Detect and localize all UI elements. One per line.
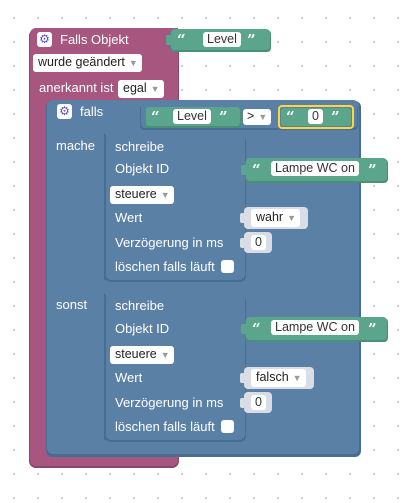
quote-open-icon: “ bbox=[286, 108, 295, 126]
quote-close-icon: ” bbox=[247, 31, 256, 49]
value-label: Wert bbox=[115, 210, 143, 225]
ack-dropdown[interactable]: egal ▼ bbox=[118, 80, 164, 98]
dropdown-caret-icon: ▼ bbox=[160, 350, 170, 360]
value-label: Wert bbox=[115, 370, 143, 385]
then-label: mache bbox=[56, 138, 96, 153]
left-value[interactable]: Level bbox=[173, 109, 211, 124]
delay-label: Verzögerung in ms bbox=[115, 395, 224, 410]
dropdown-caret-icon: ▼ bbox=[292, 373, 302, 383]
dropdown-caret-icon: ▼ bbox=[150, 84, 160, 94]
dropdown-caret-icon: ▼ bbox=[128, 58, 138, 68]
object-id-label: Objekt ID bbox=[115, 161, 170, 176]
gear-icon[interactable]: ⚙ bbox=[37, 32, 52, 47]
quote-close-icon: ” bbox=[368, 320, 377, 338]
dropdown-caret-icon: ▼ bbox=[160, 190, 170, 200]
quote-close-icon: ” bbox=[331, 108, 340, 126]
quote-close-icon: ” bbox=[219, 108, 228, 126]
clear-label: löschen falls läuft bbox=[115, 259, 215, 274]
delay-label: Verzögerung in ms bbox=[115, 235, 224, 250]
quote-open-icon: “ bbox=[252, 320, 261, 338]
event-dropdown[interactable]: wurde geändert ▼ bbox=[33, 54, 142, 72]
event-dropdown-value: wurde geändert bbox=[38, 55, 125, 69]
ack-dropdown-value: egal bbox=[123, 81, 147, 95]
value-value: wahr bbox=[256, 210, 284, 224]
dropdown-caret-icon: ▼ bbox=[287, 213, 297, 223]
mode-value: steuere bbox=[115, 187, 157, 201]
write-title: schreibe bbox=[115, 298, 165, 313]
trigger-title: Falls Objekt bbox=[60, 32, 129, 47]
clear-label: löschen falls läuft bbox=[115, 419, 215, 434]
delay-value[interactable]: 0 bbox=[251, 395, 266, 410]
object-id-label: Objekt ID bbox=[115, 321, 170, 336]
dropdown-caret-icon: ▼ bbox=[258, 112, 268, 122]
quote-close-icon: ” bbox=[368, 161, 377, 179]
trigger-object-value[interactable]: Level bbox=[203, 32, 241, 47]
operator-dropdown[interactable]: > ▼ bbox=[243, 109, 272, 125]
object-id-value[interactable]: Lampe WC on bbox=[271, 161, 359, 176]
clear-checkbox[interactable] bbox=[221, 420, 234, 433]
quote-open-icon: “ bbox=[252, 161, 261, 179]
value-dropdown[interactable]: falsch ▼ bbox=[251, 369, 306, 387]
value-value: falsch bbox=[256, 370, 289, 384]
operator-value: > bbox=[247, 109, 255, 123]
object-id-value[interactable]: Lampe WC on bbox=[271, 320, 359, 335]
mode-value: steuere bbox=[115, 347, 157, 361]
delay-value[interactable]: 0 bbox=[251, 235, 266, 250]
right-value[interactable]: 0 bbox=[308, 109, 323, 124]
value-dropdown[interactable]: wahr ▼ bbox=[251, 209, 301, 227]
quote-open-icon: “ bbox=[177, 31, 186, 49]
ack-label: anerkannt ist bbox=[39, 80, 114, 95]
write-title: schreibe bbox=[115, 139, 165, 154]
quote-open-icon: “ bbox=[151, 108, 160, 126]
if-label: falls bbox=[80, 104, 104, 119]
mode-dropdown[interactable]: steuere ▼ bbox=[110, 346, 174, 364]
gear-icon[interactable]: ⚙ bbox=[57, 104, 72, 119]
mode-dropdown[interactable]: steuere ▼ bbox=[110, 186, 174, 204]
else-label: sonst bbox=[56, 297, 88, 312]
clear-checkbox[interactable] bbox=[221, 260, 234, 273]
